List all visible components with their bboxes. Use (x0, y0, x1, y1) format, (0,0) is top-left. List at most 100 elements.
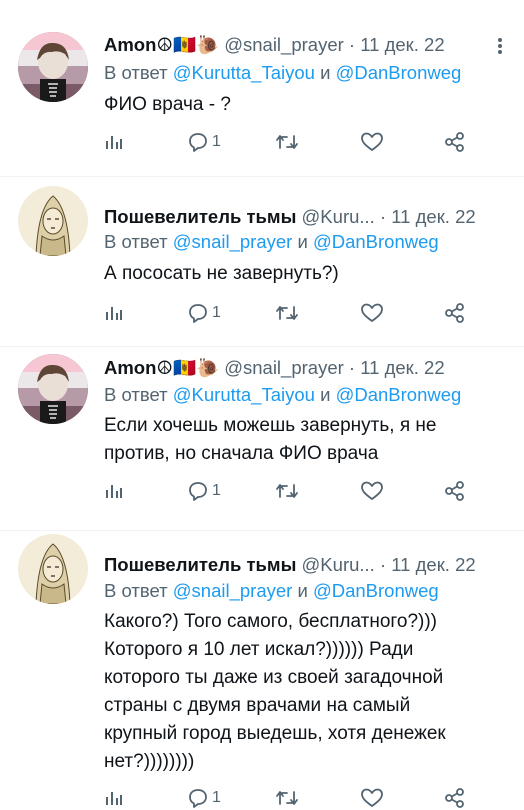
reply-and: и (297, 231, 308, 252)
reply-prefix: В ответ (104, 62, 168, 83)
reply-icon (189, 789, 207, 808)
heart-icon (361, 132, 383, 151)
analytics-button[interactable] (104, 786, 124, 810)
display-name[interactable]: Пошевелитель тьмы (104, 554, 296, 575)
display-name[interactable]: Пошевелитель тьмы (104, 206, 296, 227)
tweet-actions: 1 (104, 130, 476, 154)
tweet-date[interactable]: 11 дек. 22 (391, 554, 475, 575)
analytics-icon (106, 485, 122, 498)
tweet-date[interactable]: 11 дек. 22 (360, 34, 444, 55)
tweet-header: Amon☮🇲🇩🐌 @snail_prayer · 11 дек. 22 (104, 355, 478, 381)
user-handle[interactable]: @snail_prayer (224, 34, 344, 55)
avatar-poshevelitel-image (18, 186, 88, 256)
share-icon (445, 303, 464, 323)
reply-context: В ответ @Kurutta_Taiyou и @DanBronweg (104, 60, 461, 86)
like-button[interactable] (360, 130, 384, 154)
share-button[interactable] (444, 479, 466, 503)
tweet[interactable]: Пошевелитель тьмы @Kuru... · 11 дек. 22 … (0, 176, 524, 346)
mention-link[interactable]: @Kurutta_Taiyou (173, 62, 315, 83)
analytics-button[interactable] (104, 479, 124, 503)
mention-link[interactable]: @snail_prayer (173, 231, 293, 252)
tweet-text: Какого?) Того самого, бесплатного?))) Ко… (104, 608, 506, 776)
reply-context: В ответ @Kurutta_Taiyou и @DanBronweg (104, 382, 461, 408)
reply-and: и (297, 580, 308, 601)
reply-count: 1 (212, 304, 221, 321)
reply-button[interactable]: 1 (187, 301, 221, 325)
share-icon (445, 132, 464, 152)
share-icon (445, 481, 464, 501)
tweet-header: Пошевелитель тьмы @Kuru... · 11 дек. 22 (104, 204, 478, 230)
analytics-button[interactable] (104, 130, 124, 154)
tweet-date[interactable]: 11 дек. 22 (391, 206, 475, 227)
heart-icon (361, 303, 383, 322)
tweet-text-line: ФИО врача - ? (104, 94, 231, 115)
avatar[interactable] (18, 32, 88, 102)
reply-count: 1 (212, 482, 221, 499)
mention-link[interactable]: @snail_prayer (173, 580, 293, 601)
reply-button[interactable]: 1 (187, 786, 221, 810)
like-button[interactable] (360, 301, 384, 325)
like-button[interactable] (360, 786, 384, 810)
separator-dot: · (348, 357, 356, 378)
analytics-button[interactable] (104, 301, 124, 325)
retweet-icon (276, 135, 298, 149)
avatar[interactable] (18, 534, 88, 604)
reply-and: и (320, 62, 331, 83)
analytics-icon (106, 792, 122, 805)
tweet-text-line: А пососать не завернуть?) (104, 263, 339, 284)
heart-icon (361, 481, 383, 500)
avatar-amon-image (18, 354, 88, 424)
reply-button[interactable]: 1 (187, 479, 221, 503)
tweet[interactable]: Amon☮🇲🇩🐌 @snail_prayer · 11 дек. 22 В от… (0, 0, 524, 176)
user-handle[interactable]: @Kuru... (302, 206, 375, 227)
retweet-button[interactable] (275, 786, 299, 810)
reply-icon (189, 133, 207, 152)
tweet-date[interactable]: 11 дек. 22 (360, 357, 444, 378)
reply-count: 1 (212, 789, 221, 806)
tweet[interactable]: Amon☮🇲🇩🐌 @snail_prayer · 11 дек. 22 В от… (0, 346, 524, 530)
analytics-icon (106, 307, 122, 320)
avatar[interactable] (18, 186, 88, 256)
share-icon (445, 788, 464, 808)
like-button[interactable] (360, 479, 384, 503)
reply-count: 1 (212, 133, 221, 150)
user-handle[interactable]: @Kuru... (302, 554, 375, 575)
retweet-button[interactable] (275, 130, 299, 154)
retweet-button[interactable] (275, 301, 299, 325)
tweet-text-line: Если хочешь можешь завернуть, я не (104, 415, 437, 436)
analytics-icon (106, 136, 122, 149)
retweet-icon (276, 484, 298, 498)
reply-prefix: В ответ (104, 580, 168, 601)
share-button[interactable] (444, 130, 466, 154)
avatar[interactable] (18, 354, 88, 424)
retweet-button[interactable] (275, 479, 299, 503)
tweet-header: Пошевелитель тьмы @Kuru... · 11 дек. 22 (104, 552, 478, 578)
reply-icon (189, 304, 207, 323)
mention-link[interactable]: @Kurutta_Taiyou (173, 384, 315, 405)
user-handle[interactable]: @snail_prayer (224, 357, 344, 378)
tweet-text-line: страны с двумя врачами на самый (104, 695, 411, 716)
tweet-text: ФИО врача - ? (104, 91, 506, 119)
heart-icon (361, 788, 383, 807)
share-button[interactable] (444, 786, 466, 810)
retweet-icon (276, 791, 298, 805)
reply-button[interactable]: 1 (187, 130, 221, 154)
tweet[interactable]: Пошевелитель тьмы @Kuru... · 11 дек. 22 … (0, 530, 524, 808)
mention-link[interactable]: @DanBronweg (336, 384, 462, 405)
display-name[interactable]: Amon☮🇲🇩🐌 (104, 357, 219, 378)
tweet-actions: 1 (104, 301, 476, 325)
separator-dot: · (379, 554, 387, 575)
mention-link[interactable]: @DanBronweg (313, 580, 439, 601)
more-dots-icon[interactable] (490, 36, 510, 56)
display-name[interactable]: Amon☮🇲🇩🐌 (104, 34, 219, 55)
tweet-text-line: Которого я 10 лет искал?)))))) Ради (104, 639, 414, 660)
reply-and: и (320, 384, 331, 405)
tweet-actions: 1 (104, 479, 476, 503)
separator-dot: · (379, 206, 387, 227)
mention-link[interactable]: @DanBronweg (336, 62, 462, 83)
mention-link[interactable]: @DanBronweg (313, 231, 439, 252)
reply-icon (189, 482, 207, 501)
share-button[interactable] (444, 301, 466, 325)
separator-dot: · (348, 34, 356, 55)
reply-prefix: В ответ (104, 384, 168, 405)
